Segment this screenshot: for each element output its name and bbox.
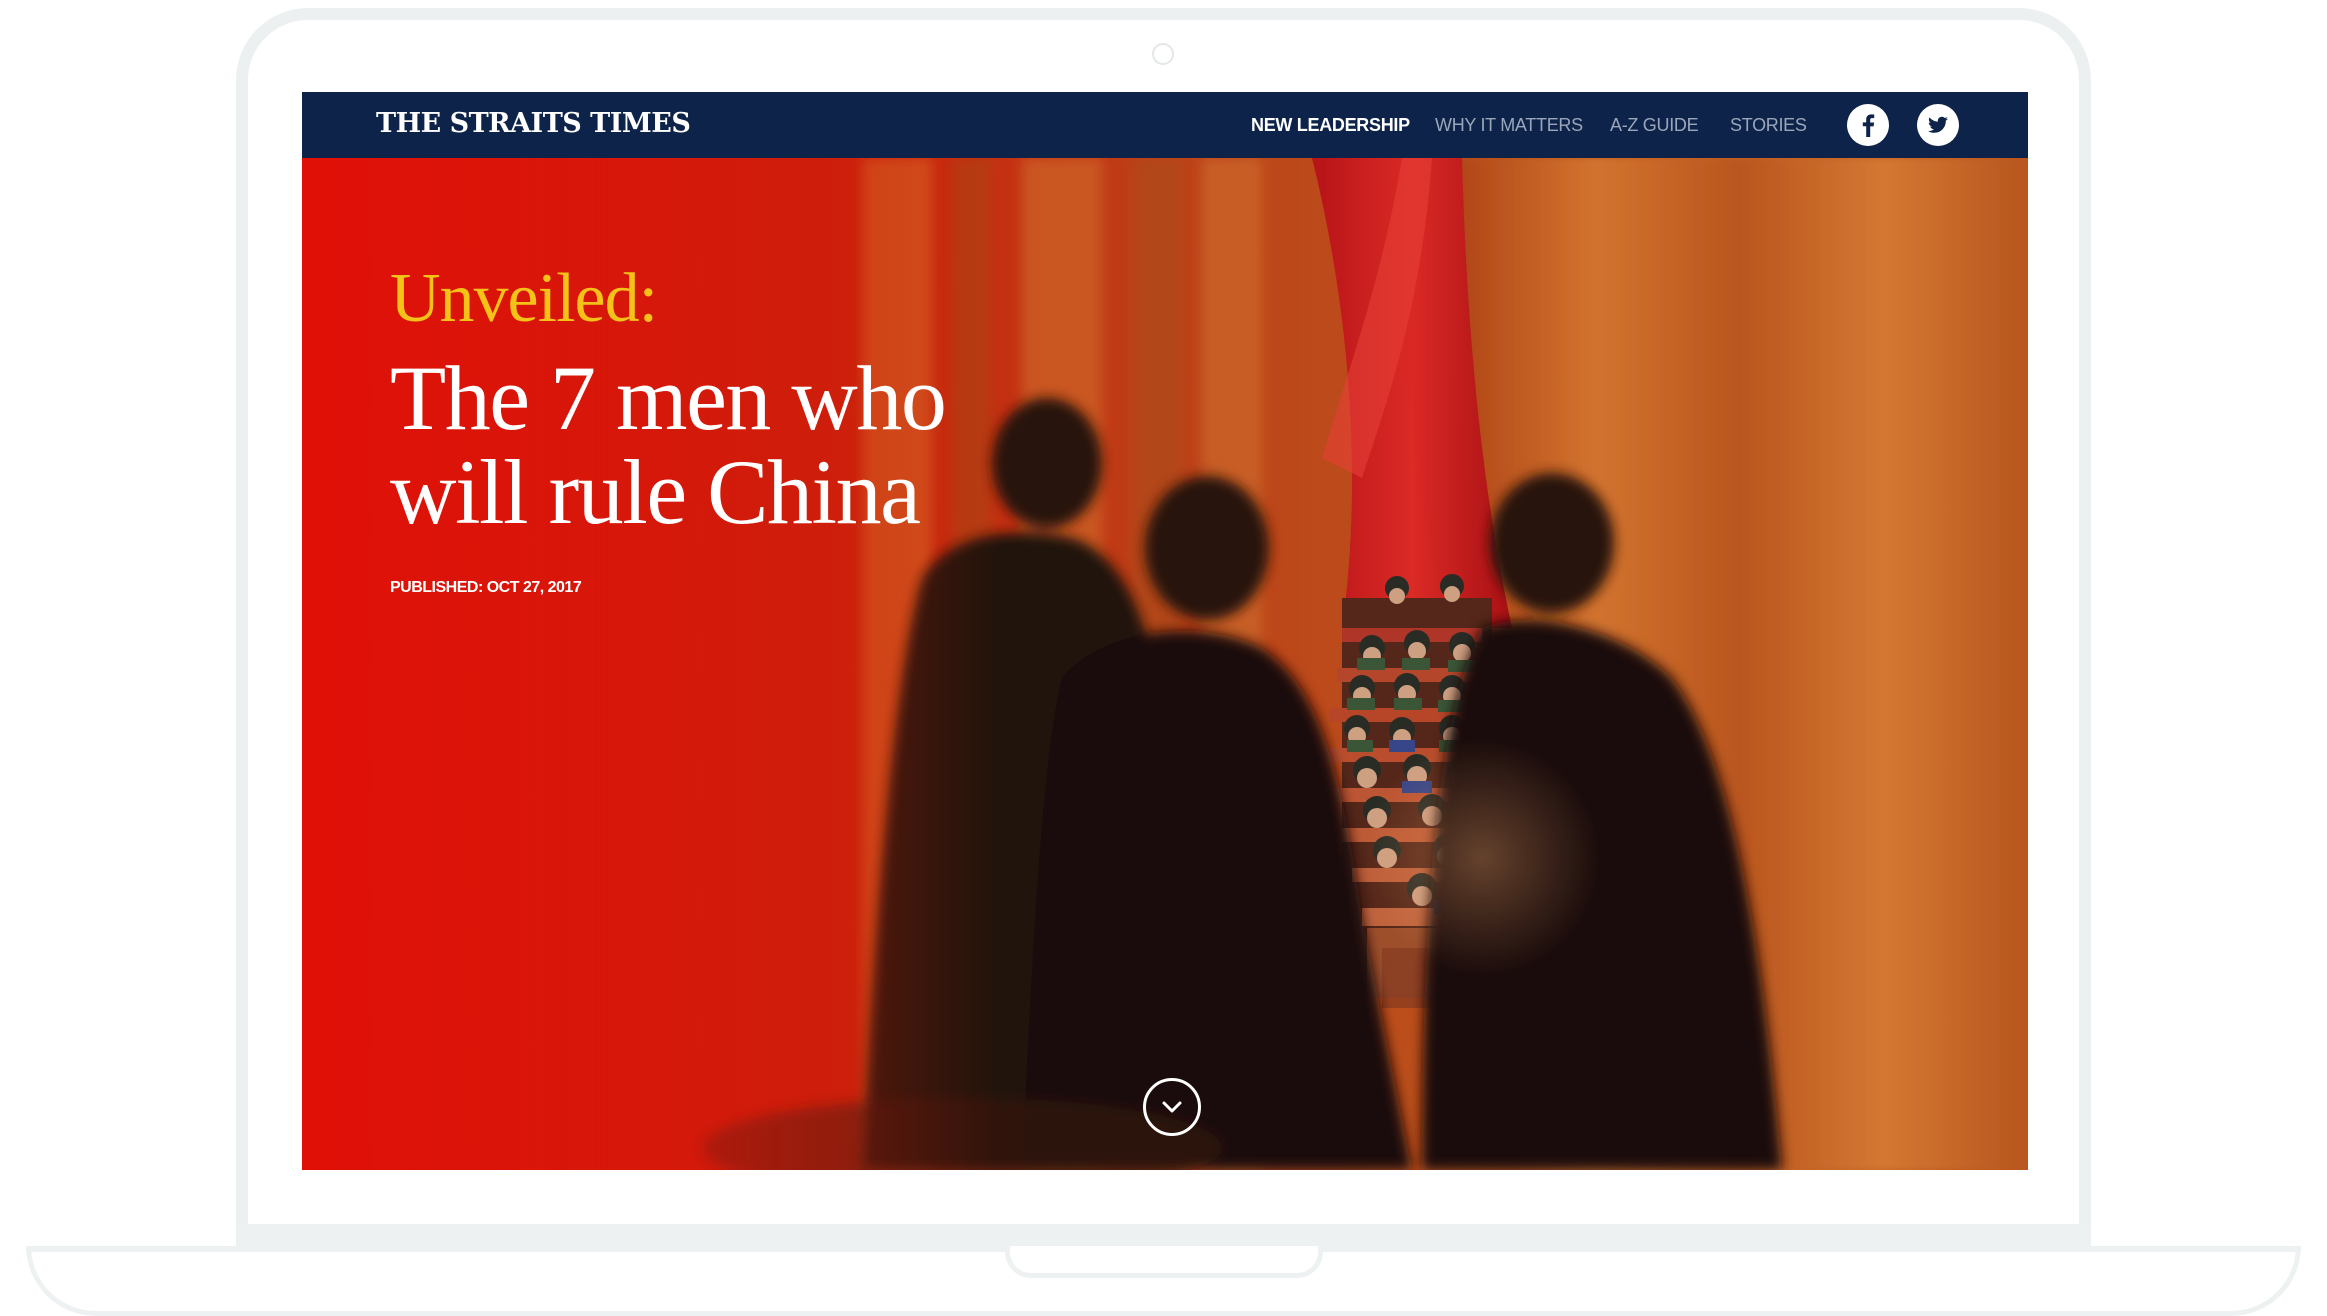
facebook-icon: [1862, 114, 1875, 137]
brand-logo[interactable]: THE STRAITS TIMES: [376, 106, 691, 142]
page-headline: The 7 men who will rule China: [390, 347, 947, 543]
laptop-screen: THE STRAITS TIMES NEW LEADERSHIP WHY IT …: [302, 92, 2028, 1170]
laptop-mockup-stage: THE STRAITS TIMES NEW LEADERSHIP WHY IT …: [0, 0, 2327, 1316]
scroll-down-button[interactable]: [1143, 1078, 1201, 1136]
nav-a-z-guide[interactable]: A-Z GUIDE: [1610, 112, 1699, 138]
published-date: PUBLISHED: OCT 27, 2017: [390, 579, 582, 596]
laptop-base-notch: [1005, 1246, 1323, 1278]
twitter-icon: [1927, 116, 1948, 133]
nav-why-it-matters[interactable]: WHY IT MATTERS: [1435, 112, 1583, 138]
facebook-share-button[interactable]: [1847, 104, 1889, 146]
chevron-down-icon: [1162, 1101, 1182, 1113]
nav-new-leadership[interactable]: NEW LEADERSHIP: [1251, 112, 1410, 138]
hero-section: Unveiled: The 7 men who will rule China …: [302, 158, 2028, 1170]
nav-stories[interactable]: STORIES: [1730, 112, 1807, 138]
laptop-bezel-bottom: [236, 1224, 2091, 1246]
headline-kicker: Unveiled:: [390, 260, 658, 337]
twitter-share-button[interactable]: [1917, 104, 1959, 146]
laptop-camera: [1152, 43, 1174, 65]
top-navbar: THE STRAITS TIMES NEW LEADERSHIP WHY IT …: [302, 92, 2028, 158]
